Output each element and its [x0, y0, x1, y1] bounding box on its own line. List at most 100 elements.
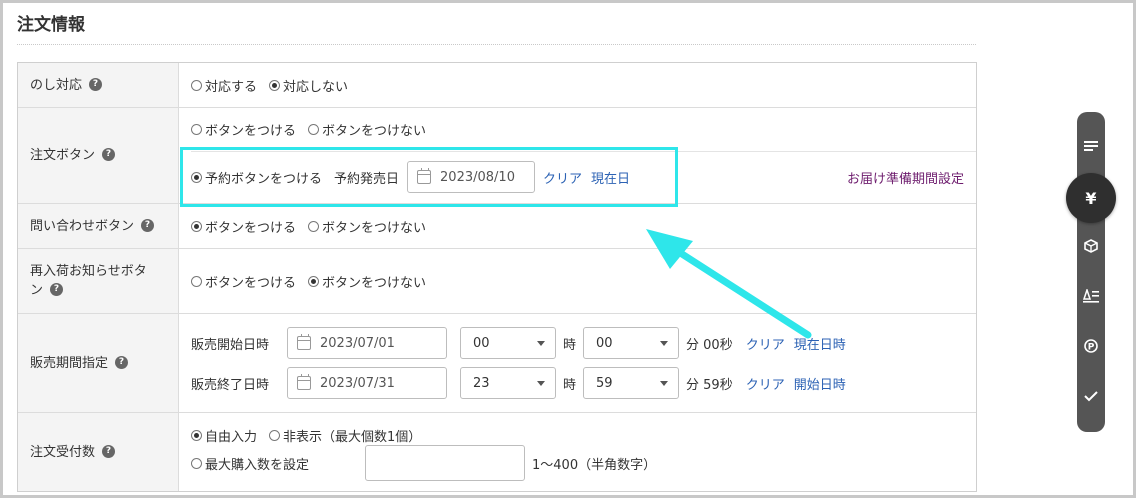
inquiry-label: 問い合わせボタン	[30, 218, 135, 234]
count-radio-free[interactable]: 自由入力	[191, 426, 257, 445]
radio-icon	[191, 124, 202, 135]
hour-unit: 時	[563, 337, 577, 353]
help-icon[interactable]: ?	[141, 218, 155, 232]
label-cell: 再入荷お知らせボタ ン?	[18, 249, 179, 313]
row-order-count: 注文受付数 ? 自由入力 非表示（最大個数1個） 最大購入数を設定 1〜400（…	[18, 413, 976, 491]
floating-sidebar: P	[1077, 112, 1105, 432]
row-noshi: のし対応 ? 対応する 対応しない	[18, 63, 976, 108]
help-icon[interactable]: ?	[50, 283, 64, 296]
end-minute-select[interactable]: 59	[583, 367, 680, 399]
row-sales-period: 販売期間指定 ? 販売開始日時 2023/07/01 00 時 00 分 00秒…	[18, 314, 976, 413]
end-clear-link[interactable]: クリア	[746, 374, 785, 393]
end-hour-select[interactable]: 23	[460, 367, 556, 399]
start-minute-select[interactable]: 00	[583, 327, 680, 359]
help-icon[interactable]: ?	[89, 77, 103, 91]
order-info-form: のし対応 ? 対応する 対応しない 注文ボタン ? ボタンをつける ボタンをつけ…	[17, 62, 977, 492]
range-note: 1〜400（半角数字）	[532, 457, 657, 473]
radio-icon	[191, 171, 202, 183]
svg-text:P: P	[1088, 343, 1095, 353]
end-start-link[interactable]: 開始日時	[794, 374, 846, 393]
radio-icon	[308, 275, 320, 287]
noshi-radio-no[interactable]: 対応しない	[269, 76, 348, 95]
label-cell: 注文ボタン ?	[18, 108, 179, 203]
inquiry-radio-attach[interactable]: ボタンをつける	[191, 217, 296, 236]
row-inquiry-button: 問い合わせボタン ? ボタンをつける ボタンをつけない	[18, 204, 976, 249]
start-now-link[interactable]: 現在日時	[794, 334, 846, 353]
select-value: 59	[596, 375, 613, 391]
row-order-button: 注文ボタン ? ボタンをつける ボタンをつけない 予約ボタンをつける 予約発売日…	[18, 108, 976, 204]
inquiry-radio-no-attach[interactable]: ボタンをつけない	[308, 217, 426, 236]
end-label: 販売終了日時	[191, 377, 270, 393]
release-clear-link[interactable]: クリア	[543, 168, 582, 187]
value-cell: ボタンをつける ボタンをつけない	[179, 249, 976, 313]
check-icon[interactable]	[1077, 382, 1105, 410]
help-icon[interactable]: ?	[102, 444, 116, 458]
delivery-prep-link[interactable]: お届け準備期間設定	[847, 168, 964, 187]
start-clear-link[interactable]: クリア	[746, 334, 785, 353]
value-cell: 対応する 対応しない	[179, 63, 976, 107]
start-hour-select[interactable]: 00	[460, 327, 556, 359]
release-date-input[interactable]: 2023/08/10	[407, 161, 536, 193]
start-date-input[interactable]: 2023/07/01	[287, 327, 447, 359]
section-title: 注文情報	[17, 15, 85, 35]
yen-icon[interactable]: ¥	[1066, 173, 1116, 223]
radio-label: 自由入力	[205, 429, 258, 445]
p-circle-icon[interactable]: P	[1077, 332, 1105, 360]
radio-label: ボタンをつけない	[322, 220, 427, 236]
restock-label-line2: ン	[30, 283, 44, 298]
sales-period-label: 販売期間指定	[30, 355, 109, 371]
hour-unit: 時	[563, 377, 577, 393]
noshi-radio-yes[interactable]: 対応する	[191, 76, 257, 95]
title-divider	[17, 44, 976, 45]
noshi-label: のし対応	[30, 77, 83, 93]
order-radio-reserve[interactable]: 予約ボタンをつける	[191, 168, 322, 187]
restock-radio-attach[interactable]: ボタンをつける	[191, 272, 296, 291]
radio-label: ボタンをつける	[205, 275, 297, 291]
max-count-input[interactable]	[365, 445, 525, 481]
order-radio-attach[interactable]: ボタンをつける	[191, 120, 296, 139]
count-radio-hidden[interactable]: 非表示（最大個数1個）	[269, 426, 421, 445]
select-value: 00	[596, 335, 613, 351]
label-cell: のし対応 ?	[18, 63, 179, 107]
chevron-down-icon	[537, 380, 545, 386]
radio-icon	[269, 429, 281, 441]
radio-label: 非表示（最大個数1個）	[283, 429, 422, 445]
start-label: 販売開始日時	[191, 337, 270, 353]
start-seconds: 分 00秒	[686, 337, 733, 353]
release-today-link[interactable]: 現在日	[591, 168, 630, 187]
radio-label: 最大購入数を設定	[205, 457, 310, 473]
radio-label: 対応しない	[283, 79, 349, 95]
chevron-down-icon	[537, 340, 545, 346]
date-value: 2023/08/10	[440, 169, 515, 185]
calendar-icon	[297, 334, 311, 350]
value-cell: 自由入力 非表示（最大個数1個） 最大購入数を設定 1〜400（半角数字）	[179, 413, 976, 491]
box-icon[interactable]	[1077, 232, 1105, 260]
radio-label: ボタンをつけない	[322, 124, 427, 139]
radio-icon	[191, 429, 202, 441]
release-date-label: 予約発売日	[334, 171, 400, 187]
radio-label: 対応する	[205, 79, 258, 95]
count-radio-max[interactable]: 最大購入数を設定	[191, 454, 353, 473]
help-icon[interactable]: ?	[115, 355, 129, 369]
radio-icon	[308, 124, 320, 135]
radio-icon	[191, 79, 202, 91]
chevron-down-icon	[660, 340, 669, 346]
select-value: 23	[473, 375, 490, 391]
list-icon[interactable]	[1077, 132, 1105, 160]
radio-icon	[191, 220, 202, 232]
calendar-icon	[297, 374, 311, 390]
help-icon[interactable]: ?	[102, 148, 116, 161]
restock-radio-no-attach[interactable]: ボタンをつけない	[308, 272, 426, 291]
calendar-icon	[417, 168, 432, 184]
text-format-icon[interactable]	[1077, 282, 1105, 310]
value-cell: ボタンをつける ボタンをつけない 予約ボタンをつける 予約発売日 2023/08…	[179, 108, 976, 203]
radio-label: ボタンをつける	[205, 124, 297, 139]
label-cell: 問い合わせボタン ?	[18, 204, 179, 248]
order-radio-no-attach[interactable]: ボタンをつけない	[308, 120, 426, 139]
value-cell: ボタンをつける ボタンをつけない	[179, 204, 976, 248]
label-cell: 販売期間指定 ?	[18, 314, 179, 412]
date-value: 2023/07/31	[320, 375, 395, 391]
radio-icon	[191, 457, 202, 469]
end-date-input[interactable]: 2023/07/31	[287, 367, 447, 399]
end-seconds: 分 59秒	[686, 377, 733, 393]
